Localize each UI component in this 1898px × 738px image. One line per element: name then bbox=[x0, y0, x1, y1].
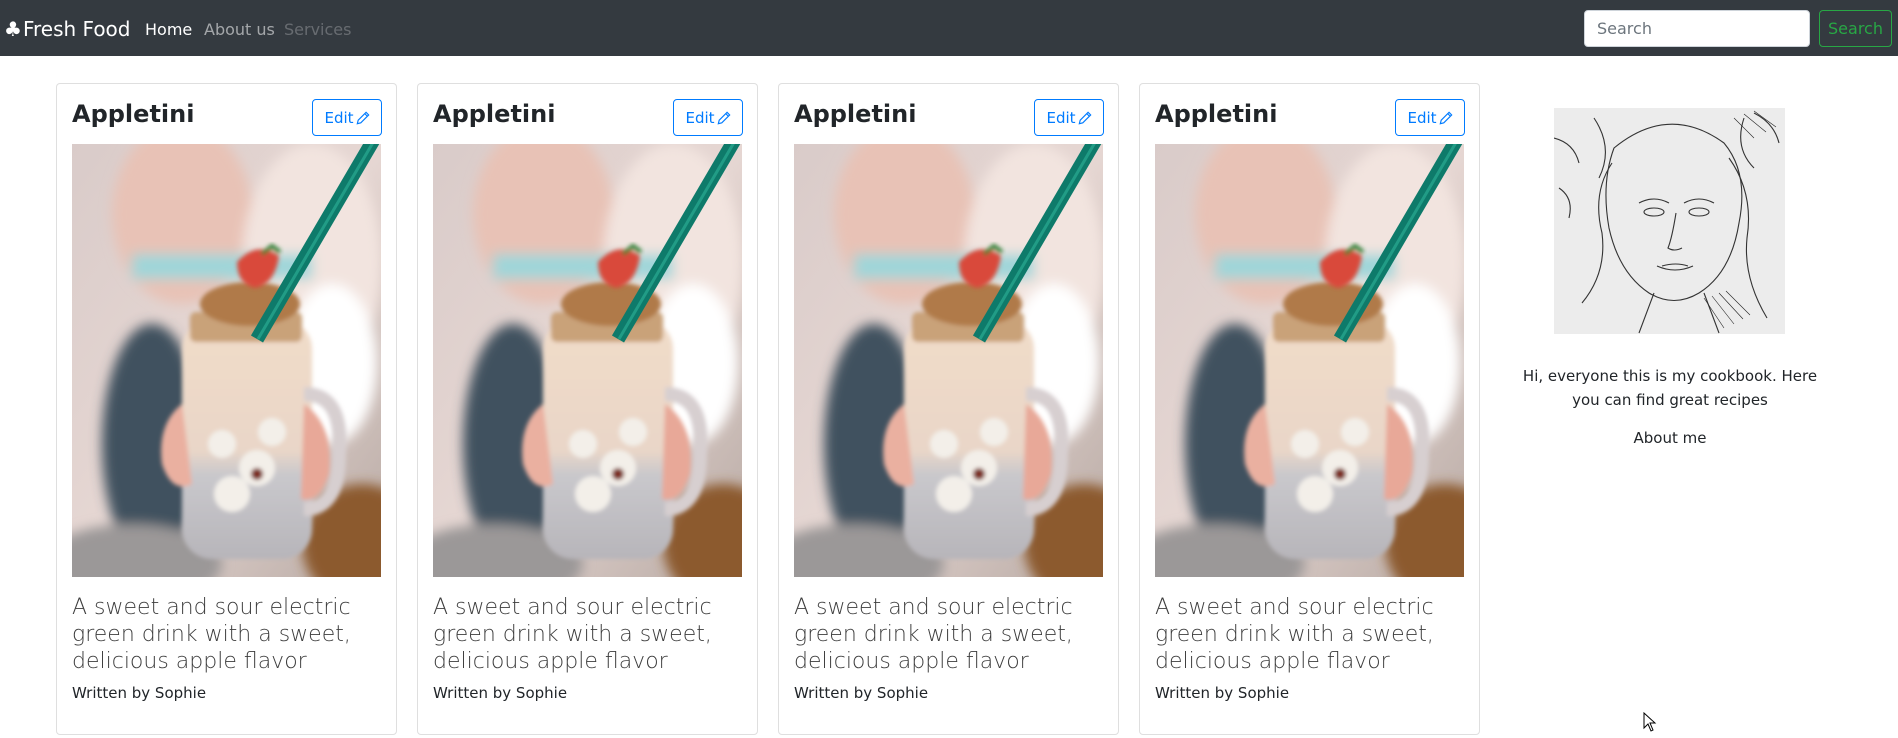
avatar bbox=[1554, 108, 1785, 334]
brand-name: Fresh Food bbox=[22, 17, 131, 41]
card-description: A sweet and sour electric green drink wi… bbox=[1155, 595, 1434, 674]
card-description: A sweet and sour electric green drink wi… bbox=[72, 595, 351, 674]
pencil-icon bbox=[717, 111, 731, 124]
recipe-card: Appletini Edit A sweet and sour electric… bbox=[56, 83, 397, 735]
edit-label: Edit bbox=[685, 108, 715, 127]
brand-link[interactable]: ♣ Fresh Food bbox=[4, 17, 131, 41]
recipe-card: Appletini Edit A sweet and sour electric… bbox=[1139, 83, 1480, 735]
card-title: Appletini bbox=[794, 100, 917, 128]
edit-label: Edit bbox=[324, 108, 354, 127]
pencil-icon bbox=[356, 111, 370, 124]
club-icon: ♣ bbox=[4, 17, 22, 41]
edit-button[interactable]: Edit bbox=[673, 99, 743, 136]
edit-label: Edit bbox=[1046, 108, 1076, 127]
card-description: A sweet and sour electric green drink wi… bbox=[794, 595, 1073, 674]
search-button[interactable]: Search bbox=[1819, 10, 1892, 47]
mouse-cursor-icon bbox=[1643, 712, 1657, 732]
edit-button[interactable]: Edit bbox=[1395, 99, 1465, 136]
edit-button[interactable]: Edit bbox=[312, 99, 382, 136]
edit-label: Edit bbox=[1407, 108, 1437, 127]
card-author: Written by Sophie bbox=[1155, 684, 1290, 702]
card-author: Written by Sophie bbox=[433, 684, 568, 702]
recipe-card: Appletini Edit A sweet and sour electric… bbox=[417, 83, 758, 735]
card-description: A sweet and sour electric green drink wi… bbox=[433, 595, 712, 674]
search-input[interactable] bbox=[1584, 10, 1810, 47]
card-author: Written by Sophie bbox=[72, 684, 207, 702]
top-navbar: ♣ Fresh Food Home About us Services Sear… bbox=[0, 0, 1898, 56]
card-title: Appletini bbox=[72, 100, 195, 128]
recipe-card: Appletini Edit A sweet and sour electric… bbox=[778, 83, 1119, 735]
nav-home-link[interactable]: Home bbox=[145, 20, 192, 39]
nav-services-link: Services bbox=[284, 20, 352, 39]
recipe-image bbox=[433, 144, 742, 577]
card-title: Appletini bbox=[1155, 100, 1278, 128]
recipe-image bbox=[72, 144, 381, 577]
bio-text: Hi, everyone this is my cookbook. Here y… bbox=[1522, 367, 1818, 409]
recipe-image bbox=[1155, 144, 1464, 577]
recipe-image bbox=[794, 144, 1103, 577]
about-me-link[interactable]: About me bbox=[1520, 429, 1820, 447]
edit-button[interactable]: Edit bbox=[1034, 99, 1104, 136]
pencil-icon bbox=[1439, 111, 1453, 124]
pencil-icon bbox=[1078, 111, 1092, 124]
card-author: Written by Sophie bbox=[794, 684, 929, 702]
nav-about-link[interactable]: About us bbox=[204, 20, 275, 39]
card-title: Appletini bbox=[433, 100, 556, 128]
